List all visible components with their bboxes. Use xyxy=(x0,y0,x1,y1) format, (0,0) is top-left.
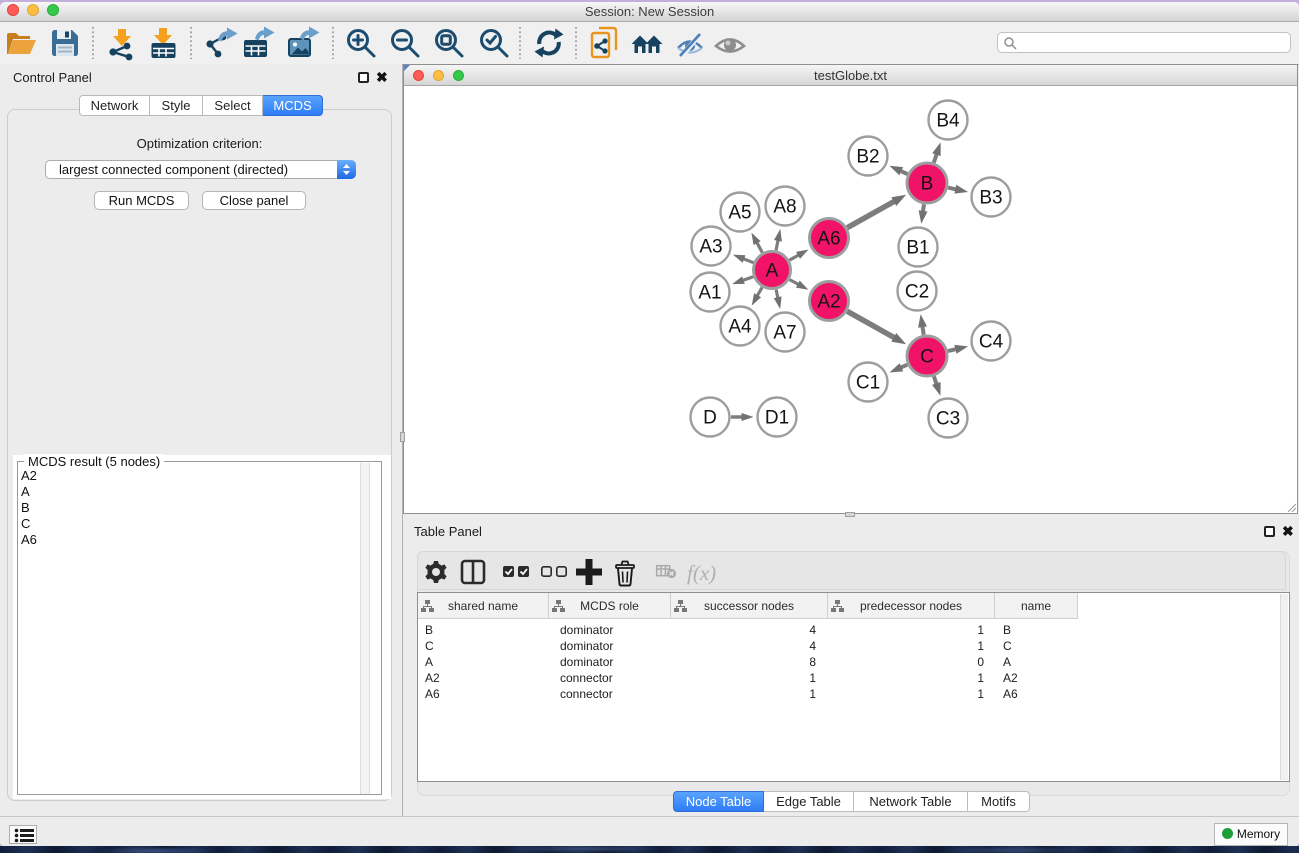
svg-text:A7: A7 xyxy=(773,323,796,344)
svg-text:C3: C3 xyxy=(936,409,960,430)
svg-text:A6: A6 xyxy=(817,229,840,250)
svg-text:B3: B3 xyxy=(979,188,1002,209)
svg-text:C4: C4 xyxy=(979,332,1004,353)
svg-text:D: D xyxy=(703,408,717,429)
svg-text:f(x): f(x) xyxy=(687,561,716,585)
svg-text:A4: A4 xyxy=(728,317,752,338)
svg-text:A1: A1 xyxy=(698,283,721,304)
svg-text:C2: C2 xyxy=(905,282,929,303)
svg-text:C: C xyxy=(920,347,934,368)
svg-text:A3: A3 xyxy=(699,237,722,258)
svg-text:B1: B1 xyxy=(906,238,929,259)
svg-text:D1: D1 xyxy=(765,408,789,429)
svg-text:B: B xyxy=(921,174,934,195)
svg-text:C1: C1 xyxy=(856,373,880,394)
svg-text:A5: A5 xyxy=(728,203,751,224)
svg-text:A8: A8 xyxy=(773,197,796,218)
svg-text:B4: B4 xyxy=(936,111,960,132)
svg-text:A: A xyxy=(766,261,779,282)
svg-text:A2: A2 xyxy=(817,292,840,313)
svg-text:B2: B2 xyxy=(856,147,879,168)
